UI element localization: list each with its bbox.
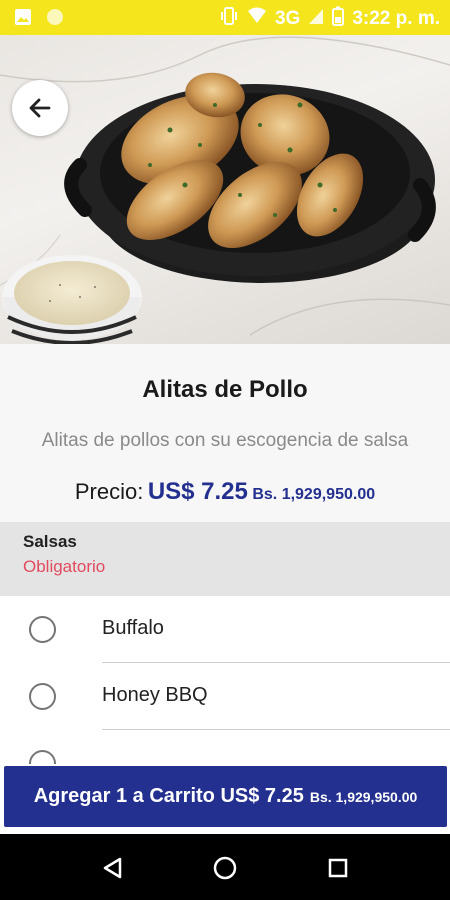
add-to-cart-button[interactable]: Agregar 1 a Carrito US$ 7.25 Bs. 1,929,9… [4,766,447,827]
option-honey-bbq[interactable]: Honey BBQ [0,663,450,730]
price-usd: US$ 7.25 [147,478,248,505]
network-type: 3G [274,8,301,29]
option-buffalo[interactable]: Buffalo [0,596,450,663]
chicken-wings-photo [0,36,450,344]
add-to-cart-label: Agregar 1 a Carrito US$ 7.25 [33,785,304,807]
radio-button[interactable] [29,750,56,764]
vibrate-icon [219,6,239,32]
status-bar: 3G 3:22 p. m. [0,0,450,35]
required-label: Obligatorio [23,557,106,576]
clock: 3:22 p. m. [352,8,440,29]
product-description: Alitas de pollos con su escogencia de sa… [41,430,409,451]
product-image [0,35,450,344]
cart-bar: Agregar 1 a Carrito US$ 7.25 Bs. 1,929,9… [0,764,450,834]
nav-back-button[interactable] [98,854,126,882]
price-bs: Bs. 1,929,950.00 [252,486,376,503]
sauce-section-header: Salsas Obligatorio [0,522,450,596]
nav-recents-button[interactable] [324,854,352,882]
price-label: Precio: [74,479,144,504]
section-title: Salsas [23,532,77,551]
image-icon [14,8,32,31]
square-recents-icon [328,858,348,878]
back-button[interactable] [12,80,68,136]
add-to-cart-bs: Bs. 1,929,950.00 [309,788,418,805]
system-nav-bar [0,834,450,900]
product-title: Alitas de Pollo [142,376,308,403]
signal-icon [308,7,324,31]
circle-home-icon [213,856,237,880]
option-label: Buffalo [102,617,164,639]
triangle-back-icon [103,857,122,879]
product-info: Alitas de Pollo Alitas de pollos con su … [0,344,450,522]
option-partial[interactable] [0,730,450,764]
wifi-icon [247,7,267,31]
radio-button[interactable] [29,616,56,643]
circle-status-icon [46,8,64,31]
nav-home-button[interactable] [211,854,239,882]
sauce-options-list: Buffalo Honey BBQ [0,596,450,764]
price-line: Precio: US$ 7.25 Bs. 1,929,950.00 [0,478,450,506]
radio-button[interactable] [29,683,56,710]
battery-icon [332,6,345,32]
option-label: Honey BBQ [102,684,208,706]
arrow-back-icon [29,98,51,118]
